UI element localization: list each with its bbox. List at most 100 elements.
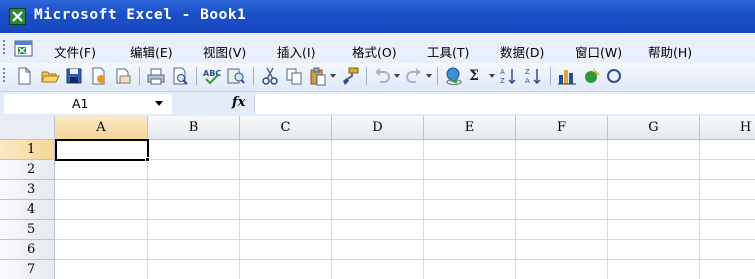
cell-e3[interactable] xyxy=(424,180,516,200)
permission-icon[interactable] xyxy=(88,66,108,86)
cell-c5[interactable] xyxy=(240,220,332,240)
row-header-7[interactable]: 7 xyxy=(0,260,55,279)
cell-h4[interactable] xyxy=(700,200,755,220)
cell-c7[interactable] xyxy=(240,260,332,279)
cell-b4[interactable] xyxy=(148,200,240,220)
column-header-a[interactable]: A xyxy=(55,116,148,140)
column-header-c[interactable]: C xyxy=(240,116,332,140)
cell-h2[interactable] xyxy=(700,160,755,180)
cell-e4[interactable] xyxy=(424,200,516,220)
fill-handle[interactable] xyxy=(145,157,150,162)
cell-e6[interactable] xyxy=(424,240,516,260)
cell-d4[interactable] xyxy=(332,200,424,220)
toolbar-overflow-icon[interactable] xyxy=(604,66,624,86)
cell-e1[interactable] xyxy=(424,140,516,160)
menu-insert[interactable]: 插入(I) xyxy=(277,42,315,61)
cut-icon[interactable] xyxy=(260,66,280,86)
cell-d3[interactable] xyxy=(332,180,424,200)
spelling-icon[interactable]: ABC xyxy=(202,66,222,86)
sort-descending-icon[interactable]: ZA xyxy=(524,66,544,86)
row-header-4[interactable]: 4 xyxy=(0,200,55,220)
menu-file[interactable]: 文件(F) xyxy=(54,42,96,61)
column-header-f[interactable]: F xyxy=(516,116,608,140)
menu-data[interactable]: 数据(D) xyxy=(500,42,544,61)
cell-f2[interactable] xyxy=(516,160,608,180)
cell-f6[interactable] xyxy=(516,240,608,260)
paste-icon[interactable] xyxy=(308,66,328,86)
column-header-b[interactable]: B xyxy=(148,116,240,140)
email-icon[interactable] xyxy=(112,66,132,86)
new-icon[interactable] xyxy=(14,66,34,86)
cell-f4[interactable] xyxy=(516,200,608,220)
cell-b6[interactable] xyxy=(148,240,240,260)
row-header-3[interactable]: 3 xyxy=(0,180,55,200)
name-box-dropdown-arrow[interactable] xyxy=(155,101,163,106)
cell-g7[interactable] xyxy=(608,260,700,279)
cell-e7[interactable] xyxy=(424,260,516,279)
cell-f5[interactable] xyxy=(516,220,608,240)
save-icon[interactable] xyxy=(64,66,84,86)
cell-f7[interactable] xyxy=(516,260,608,279)
excel-app-icon[interactable] xyxy=(9,8,26,25)
cell-b7[interactable] xyxy=(148,260,240,279)
column-header-h[interactable]: H xyxy=(700,116,755,140)
cell-e2[interactable] xyxy=(424,160,516,180)
menu-window[interactable]: 窗口(W) xyxy=(575,42,622,61)
row-header-6[interactable]: 6 xyxy=(0,240,55,260)
cell-b3[interactable] xyxy=(148,180,240,200)
active-cell-a1[interactable] xyxy=(55,139,149,161)
menu-help[interactable]: 帮助(H) xyxy=(648,42,692,61)
chart-wizard-icon[interactable] xyxy=(557,66,577,86)
cell-a5[interactable] xyxy=(55,220,148,240)
open-icon[interactable] xyxy=(40,66,60,86)
cell-c6[interactable] xyxy=(240,240,332,260)
cell-g5[interactable] xyxy=(608,220,700,240)
cell-g1[interactable] xyxy=(608,140,700,160)
cell-a7[interactable] xyxy=(55,260,148,279)
format-painter-icon[interactable] xyxy=(340,66,360,86)
row-header-1[interactable]: 1 xyxy=(0,140,55,160)
autosum-icon[interactable]: Σ xyxy=(469,68,479,84)
cell-h1[interactable] xyxy=(700,140,755,160)
cell-b2[interactable] xyxy=(148,160,240,180)
cell-h5[interactable] xyxy=(700,220,755,240)
undo-dropdown-arrow[interactable] xyxy=(394,74,400,78)
cell-g6[interactable] xyxy=(608,240,700,260)
cell-h7[interactable] xyxy=(700,260,755,279)
copy-icon[interactable] xyxy=(284,66,304,86)
cell-h6[interactable] xyxy=(700,240,755,260)
cell-g3[interactable] xyxy=(608,180,700,200)
row-header-5[interactable]: 5 xyxy=(0,220,55,240)
hyperlink-icon[interactable] xyxy=(444,66,464,86)
menu-format[interactable]: 格式(O) xyxy=(352,42,397,61)
cell-a6[interactable] xyxy=(55,240,148,260)
menu-view[interactable]: 视图(V) xyxy=(203,42,246,61)
document-menu-icon[interactable] xyxy=(14,40,33,57)
paste-dropdown-arrow[interactable] xyxy=(330,74,336,78)
cell-b5[interactable] xyxy=(148,220,240,240)
autosum-dropdown-arrow[interactable] xyxy=(489,74,495,78)
insert-function-icon[interactable]: fx xyxy=(232,95,245,110)
drawing-icon[interactable] xyxy=(582,66,602,86)
cell-c4[interactable] xyxy=(240,200,332,220)
column-header-e[interactable]: E xyxy=(424,116,516,140)
cell-c3[interactable] xyxy=(240,180,332,200)
sort-ascending-icon[interactable]: AZ xyxy=(499,66,519,86)
menu-edit[interactable]: 编辑(E) xyxy=(130,42,173,61)
cell-g2[interactable] xyxy=(608,160,700,180)
column-header-d[interactable]: D xyxy=(332,116,424,140)
undo-icon[interactable] xyxy=(372,66,392,86)
redo-dropdown-arrow[interactable] xyxy=(426,74,432,78)
cell-d2[interactable] xyxy=(332,160,424,180)
cell-a3[interactable] xyxy=(55,180,148,200)
cell-e5[interactable] xyxy=(424,220,516,240)
cell-h3[interactable] xyxy=(700,180,755,200)
cell-f3[interactable] xyxy=(516,180,608,200)
cell-d6[interactable] xyxy=(332,240,424,260)
select-all-corner[interactable] xyxy=(0,116,55,140)
cell-c1[interactable] xyxy=(240,140,332,160)
cell-f1[interactable] xyxy=(516,140,608,160)
row-header-2[interactable]: 2 xyxy=(0,160,55,180)
column-header-g[interactable]: G xyxy=(608,116,700,140)
cell-b1[interactable] xyxy=(148,140,240,160)
